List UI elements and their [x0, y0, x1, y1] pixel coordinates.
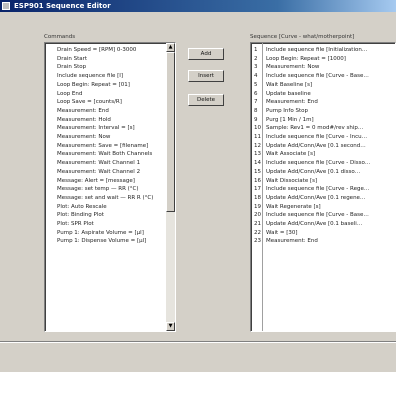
sequence-step-number: 10: [254, 125, 261, 132]
sequence-step[interactable]: Wait Regenerate [s]: [266, 203, 321, 211]
command-list-item[interactable]: Drain Start: [57, 55, 87, 63]
sequence-step-number: 13: [254, 151, 261, 158]
sequence-step-number: 14: [254, 160, 261, 167]
command-list-item[interactable]: Message: Alert = [message]: [57, 177, 135, 185]
sequence-step[interactable]: Measurement: Now: [266, 63, 319, 71]
sequence-step-number: 20: [254, 212, 261, 219]
sequence-step-number: 11: [254, 134, 261, 140]
command-list-item[interactable]: Measurement: Wait Channel 1: [57, 159, 140, 167]
command-list-item[interactable]: Pump 1: Dispense Volume = [µl]: [57, 237, 146, 245]
command-list-item[interactable]: Plot: Auto Rescale: [57, 203, 107, 211]
command-list-item[interactable]: Pump 1: Aspirate Volume = [µl]: [57, 229, 144, 237]
sequence-step-number: 7: [254, 99, 258, 106]
command-list-item[interactable]: Measurement: Interval = [s]: [57, 124, 135, 132]
sequence-step-number: 19: [254, 203, 261, 210]
sequence-step[interactable]: Wait Dissociate [s]: [266, 177, 317, 185]
scroll-down-arrow-icon[interactable]: ▼: [166, 322, 175, 331]
command-list-item[interactable]: Measurement: Save = [filename]: [57, 142, 148, 150]
commands-listbox[interactable]: ▲ ▼ Drain Speed = [RPM] 0-3000 Drain Star…: [44, 42, 176, 332]
scroll-up-arrow-icon[interactable]: ▲: [166, 43, 175, 52]
sequence-step-number: 1: [254, 47, 258, 53]
sequence-step-number: 5: [254, 81, 258, 88]
command-list-item[interactable]: Drain Speed = [RPM] 0-3000: [57, 46, 136, 54]
sequence-step[interactable]: Purg [1 Min / 1m]: [266, 116, 314, 124]
command-list-item[interactable]: Plot: Binding Plot: [57, 211, 104, 219]
sequence-listbox[interactable]: 1 Include sequence file [Initialization… 2…: [250, 42, 396, 332]
sequence-step[interactable]: Measurement: End: [266, 98, 318, 106]
command-list-item[interactable]: Measurement: Hold: [57, 116, 111, 124]
sequence-step[interactable]: Include sequence file [Curve - Base…: [266, 72, 369, 80]
delete-button[interactable]: Delete: [188, 94, 224, 106]
command-list-item[interactable]: Loop Save = [counts/R]: [57, 98, 122, 106]
sequence-step[interactable]: Pump Info Stop: [266, 107, 308, 115]
insert-button[interactable]: Insert: [188, 70, 224, 82]
command-list-item[interactable]: Message: set and wait — RR R (°C): [57, 194, 153, 202]
sequence-editor-window: ESP901 Sequence Editor Commands ▲ ▼ Drai…: [0, 0, 396, 372]
sequence-step[interactable]: Loop Begin: Repeat = [1000]: [266, 55, 346, 63]
command-list-item[interactable]: Loop End: [57, 90, 82, 98]
app-icon: [2, 2, 10, 10]
add-button[interactable]: Add: [188, 48, 224, 60]
command-list-item[interactable]: Message: set temp — RR (°C): [57, 185, 139, 193]
command-list-item[interactable]: Include sequence file [I]: [57, 72, 123, 80]
command-list-item[interactable]: Measurement: Wait Both Channels: [57, 150, 152, 158]
sequence-step-number: 6: [254, 90, 258, 97]
command-list-item[interactable]: Drain Stop: [57, 63, 86, 71]
delete-button-label: Delete: [196, 97, 216, 103]
sequence-label: Sequence [Curve - what/motherpoint]: [250, 34, 355, 40]
sequence-step-number: 8: [254, 107, 258, 114]
command-list-item[interactable]: Measurement: Now: [57, 133, 110, 141]
sequence-step-number: 4: [254, 73, 258, 80]
sequence-step[interactable]: Include sequence file [Curve - Incu…: [266, 133, 367, 141]
sequence-step[interactable]: Update Add/Conn/Ave [0.1 regene…: [266, 194, 365, 202]
command-list-item[interactable]: Measurement: Wait Channel 2: [57, 168, 140, 176]
sequence-step[interactable]: Include sequence file [Curve - Disso…: [266, 159, 370, 167]
sequence-step[interactable]: Wait Associate [s]: [266, 150, 315, 158]
sequence-step[interactable]: Update Add/Conn/Ave [0.1 second…: [266, 142, 366, 150]
sequence-step[interactable]: Include sequence file [Curve - Rege…: [266, 185, 369, 193]
scrollbar-thumb[interactable]: [166, 52, 175, 212]
title-bar[interactable]: ESP901 Sequence Editor: [0, 0, 396, 12]
sequence-step-number: 18: [254, 194, 261, 201]
sequence-step-number: 17: [254, 186, 261, 193]
command-list-item[interactable]: Loop Begin: Repeat = [01]: [57, 81, 130, 89]
sequence-step-number: 21: [254, 221, 261, 227]
sequence-step[interactable]: Update baseline: [266, 90, 311, 98]
sequence-step-number: 12: [254, 142, 261, 149]
insert-button-label: Insert: [198, 73, 214, 79]
sequence-step-number: 15: [254, 168, 261, 175]
command-list-item[interactable]: Plot: SPR Plot: [57, 220, 94, 228]
sequence-step[interactable]: Include sequence file [Curve - Base…: [266, 211, 369, 219]
sequence-step-number: 3: [254, 64, 258, 71]
command-list-item[interactable]: Measurement: End: [57, 107, 109, 115]
sequence-step[interactable]: Sample: Rev1 = 0 mod#/rev ship…: [266, 124, 363, 132]
sequence-step-number: 9: [254, 116, 258, 123]
add-button-label: Add: [200, 51, 212, 57]
sequence-step-number: 16: [254, 177, 261, 184]
sequence-step[interactable]: Wait = [30]: [266, 229, 298, 237]
sequence-step[interactable]: Update Add/Conn/Ave [0.1 disso…: [266, 168, 360, 176]
sequence-step-number: 23: [254, 238, 261, 245]
sequence-step[interactable]: Wait Baseline [s]: [266, 81, 312, 89]
sequence-step[interactable]: Update Add/Conn/Ave [0.1 baseli…: [266, 220, 362, 228]
commands-label: Commands: [44, 34, 76, 40]
commands-scrollbar[interactable]: ▲ ▼: [166, 43, 175, 331]
sequence-step-number: 2: [254, 55, 258, 62]
sequence-step-number: 22: [254, 229, 261, 236]
status-divider: [0, 341, 396, 343]
sequence-step[interactable]: Include sequence file [Initialization…: [266, 46, 367, 54]
sequence-step[interactable]: Measurement: End: [266, 237, 318, 245]
window-title: ESP901 Sequence Editor: [14, 2, 111, 10]
